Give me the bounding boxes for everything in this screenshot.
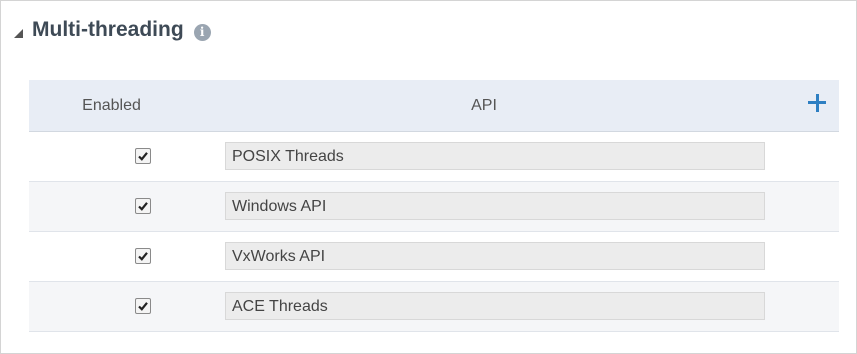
enabled-checkbox[interactable] <box>135 248 151 264</box>
column-header-api: API <box>471 97 497 114</box>
section-title: Multi-threading <box>32 18 184 41</box>
api-table: Enabled API POSIX Threads Windows API Vx… <box>29 80 839 332</box>
add-api-button[interactable] <box>807 93 827 113</box>
enabled-checkbox[interactable] <box>135 198 151 214</box>
enabled-checkbox[interactable] <box>135 298 151 314</box>
info-icon[interactable]: i <box>193 23 211 41</box>
table-header: Enabled API <box>29 80 839 132</box>
table-row: Windows API <box>29 182 839 232</box>
api-name-input[interactable]: Windows API <box>225 192 765 220</box>
section-header[interactable]: Multi-threading i <box>14 15 211 45</box>
api-name-input[interactable]: POSIX Threads <box>225 142 765 170</box>
check-icon <box>138 152 148 161</box>
check-icon <box>138 252 148 261</box>
api-name-input[interactable]: ACE Threads <box>225 292 765 320</box>
column-header-enabled: Enabled <box>82 97 141 114</box>
multithreading-panel: Multi-threading i Enabled API POSIX Thre… <box>0 0 857 354</box>
table-row: POSIX Threads <box>29 132 839 182</box>
check-icon <box>138 302 148 311</box>
check-icon <box>138 202 148 211</box>
table-row: ACE Threads <box>29 282 839 332</box>
enabled-checkbox[interactable] <box>135 148 151 164</box>
api-name-input[interactable]: VxWorks API <box>225 242 765 270</box>
collapse-triangle-icon[interactable] <box>14 28 23 38</box>
table-row: VxWorks API <box>29 232 839 282</box>
